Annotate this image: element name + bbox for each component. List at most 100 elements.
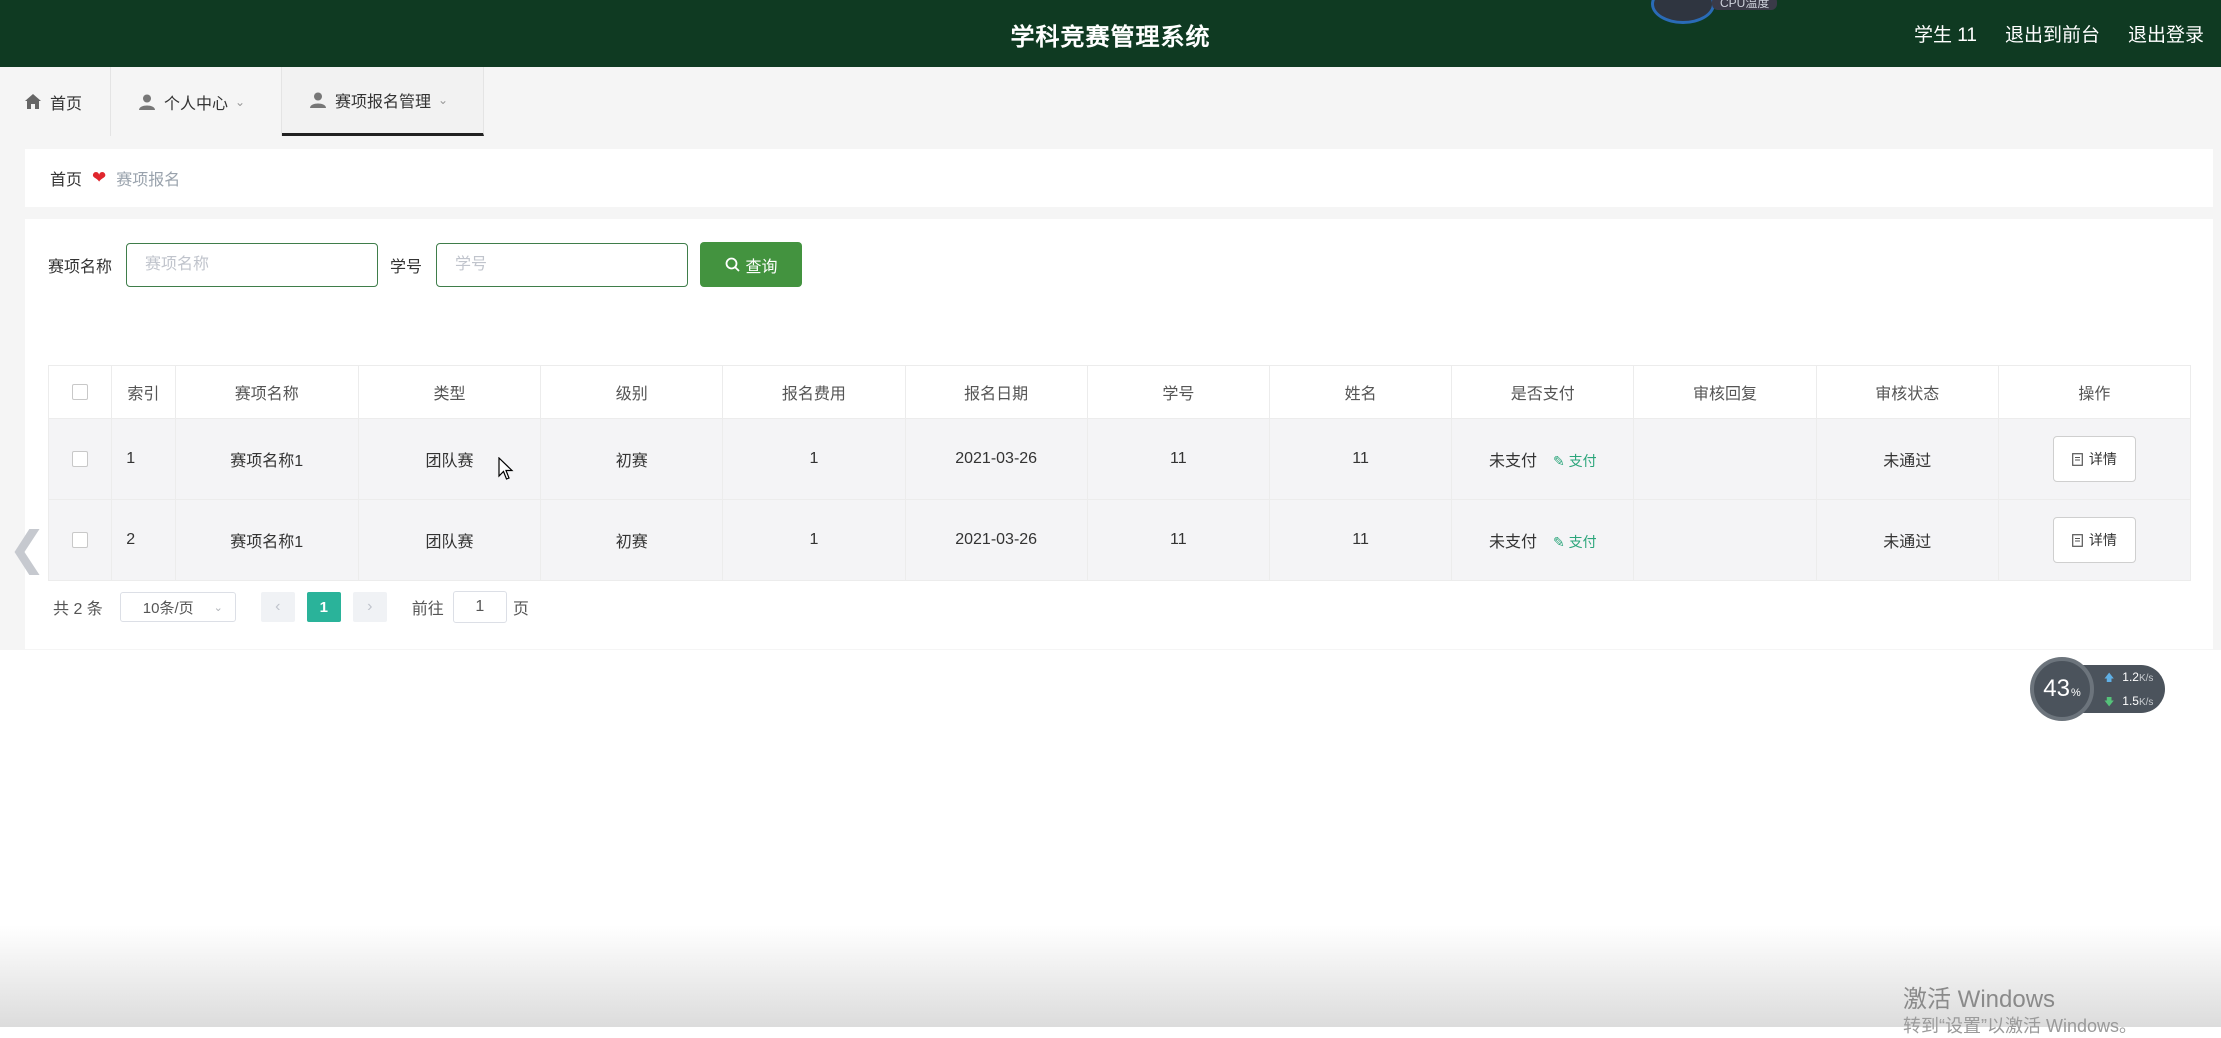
top-header: CPU温度 学科竞赛管理系统 学生 11 退出到前台 退出登录 (0, 0, 2221, 67)
competition-name-label: 赛项名称 (48, 258, 113, 276)
row-date: 2021-03-26 (904, 499, 1088, 581)
select-all-cell (47, 365, 113, 419)
current-user-label: 学生 11 (1913, 25, 1977, 46)
row-paid-status: 未支付 (1488, 534, 1537, 551)
column-header: 审核回复 (1633, 365, 1817, 419)
tab-registration-management-label: 赛项报名管理 (335, 94, 432, 111)
prev-page-button[interactable]: ‹ (260, 592, 295, 622)
row-index: 2 (111, 499, 176, 581)
page-size-value: 10条/页 (142, 599, 194, 617)
pay-link-label: 支付 (1568, 453, 1597, 469)
upload-rate: 1.2 (2122, 670, 2139, 684)
row-paid-cell: 未支付 ✎ 支付 (1451, 499, 1635, 581)
detail-button[interactable]: 详情 (2052, 436, 2136, 482)
tab-personal-center[interactable]: 个人中心 ⌄ (111, 67, 282, 136)
row-status: 未通过 (1815, 418, 1999, 500)
chevron-down-icon: ⌄ (213, 601, 223, 614)
upload-arrow-icon: 🡅 (2104, 673, 2115, 684)
query-button[interactable]: 查询 (700, 242, 803, 287)
windows-activation-subtitle: 转到“设置”以激活 Windows。 (1903, 1016, 2138, 1036)
main-nav: 首页 个人中心 ⌄ 赛项报名管理 ⌄ (0, 67, 2221, 138)
column-header: 类型 (357, 365, 542, 419)
column-header: 报名日期 (904, 365, 1088, 419)
search-form: 赛项名称 学号 查询 (48, 242, 803, 287)
edit-icon: ✎ (1552, 534, 1569, 550)
student-id-input[interactable] (436, 242, 689, 287)
bottom-fade (0, 925, 2221, 1027)
query-button-label: 查询 (745, 258, 778, 276)
row-reply (1633, 499, 1817, 581)
goto-prefix: 前往 (411, 601, 444, 618)
chevron-down-icon: ⌄ (438, 93, 449, 107)
row-paid-status: 未支付 (1488, 453, 1537, 470)
column-header: 学号 (1086, 365, 1270, 419)
column-header: 是否支付 (1451, 365, 1635, 419)
registration-table: 索引 赛项名称 类型 级别 报名费用 报名日期 学号 姓名 是否支付 审核回复 … (47, 365, 2192, 581)
pagination: 共 2 条 10条/页 ⌄ ‹ 1 › 前往 1 页 (53, 591, 529, 623)
row-student-id: 11 (1086, 499, 1270, 581)
detail-button-label: 详情 (2088, 451, 2117, 467)
breadcrumb-current: 赛项报名 (116, 172, 181, 189)
chevron-left-icon: ‹ (275, 598, 281, 615)
column-header: 索引 (111, 365, 176, 419)
detail-button-label: 详情 (2088, 532, 2117, 548)
column-header: 审核状态 (1815, 365, 1999, 419)
goto-page-input[interactable]: 1 (452, 591, 507, 623)
row-checkbox[interactable] (72, 450, 89, 467)
mouse-cursor-icon (498, 457, 514, 480)
usage-percent: 43 (2043, 675, 2070, 702)
column-header: 操作 (1997, 365, 2192, 419)
main-panel: 赛项名称 学号 查询 索引 赛项名称 类型 级别 报名费用 (25, 219, 2213, 649)
tab-home[interactable]: 首页 (0, 67, 111, 136)
edit-icon: ✎ (1552, 453, 1569, 469)
heart-icon: ❤ (92, 168, 107, 187)
select-all-checkbox[interactable] (72, 383, 89, 400)
row-level: 初赛 (540, 418, 724, 500)
table-row: 2 赛项名称1 团队赛 初赛 1 2021-03-26 11 11 未支付 ✎ 支… (47, 499, 2192, 581)
usage-percent-unit: % (2070, 687, 2081, 699)
chevron-right-icon: › (367, 598, 373, 615)
chevron-down-icon: ⌄ (235, 94, 246, 109)
tab-registration-management[interactable]: 赛项报名管理 ⌄ (282, 67, 484, 136)
next-page-button[interactable]: › (352, 592, 387, 622)
network-speed-widget: 43% 🡅 1.2K/s 🡇 1.5K/s (2030, 657, 2165, 721)
row-actions: 详情 (1997, 418, 2192, 500)
breadcrumb-home[interactable]: 首页 (50, 166, 82, 190)
pay-link[interactable]: ✎ 支付 (1553, 534, 1597, 550)
usage-gauge: 43% (2030, 657, 2094, 721)
page-number-current[interactable]: 1 (306, 592, 341, 622)
row-competition-name: 赛项名称1 (174, 499, 359, 581)
detail-button[interactable]: 详情 (2052, 517, 2136, 563)
column-header: 级别 (540, 365, 724, 419)
row-select-cell (47, 418, 113, 500)
row-reply (1633, 418, 1817, 500)
upload-unit: K/s (2138, 673, 2154, 684)
page-size-select[interactable]: 10条/页 ⌄ (119, 592, 236, 622)
competition-name-input[interactable] (126, 242, 379, 287)
column-header: 姓名 (1268, 365, 1453, 419)
tab-personal-center-label: 个人中心 (164, 95, 229, 113)
header-actions: 学生 11 退出到前台 退出登录 (1914, 20, 2204, 47)
row-actions: 详情 (1997, 499, 2192, 581)
row-fee: 1 (722, 418, 906, 500)
pay-link-label: 支付 (1568, 534, 1597, 550)
cpu-temp-label: CPU温度 (1712, 0, 1778, 10)
app-title: 学科竞赛管理系统 (1010, 24, 1211, 51)
tab-home-label: 首页 (50, 95, 83, 113)
chevron-left-icon[interactable]: ❮ (8, 525, 47, 571)
column-header: 赛项名称 (174, 365, 359, 419)
column-header: 报名费用 (722, 365, 906, 419)
row-type: 团队赛 (357, 499, 542, 581)
search-icon (725, 257, 740, 272)
logout-link[interactable]: 退出登录 (2128, 20, 2204, 47)
row-paid-cell: 未支付 ✎ 支付 (1451, 418, 1635, 500)
row-level: 初赛 (540, 499, 724, 581)
back-to-front-link[interactable]: 退出到前台 (2005, 20, 2100, 47)
table-header-row: 索引 赛项名称 类型 级别 报名费用 报名日期 学号 姓名 是否支付 审核回复 … (47, 365, 2192, 419)
pay-link[interactable]: ✎ 支付 (1553, 453, 1597, 469)
row-checkbox[interactable] (72, 531, 89, 548)
row-index: 1 (111, 418, 176, 500)
row-status: 未通过 (1815, 499, 1999, 581)
goto-suffix: 页 (512, 601, 529, 618)
download-arrow-icon: 🡇 (2104, 697, 2115, 708)
